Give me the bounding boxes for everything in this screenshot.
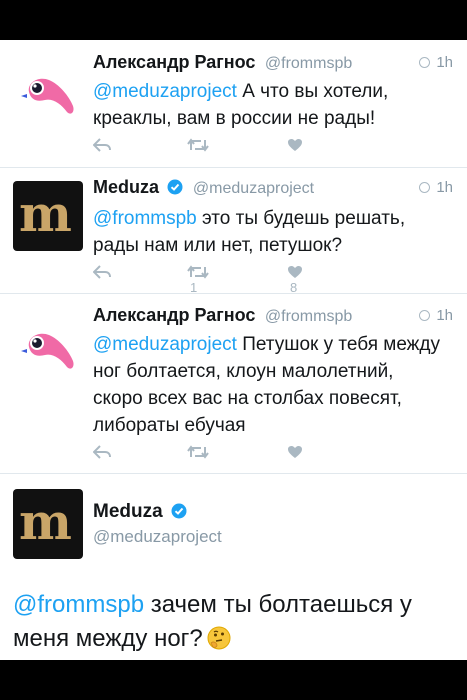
tweet-text: @meduzaproject А что вы хотели, креаклы,… <box>93 78 447 132</box>
pink-bird-avatar-image <box>21 78 74 114</box>
tweet-text: @frommspb это ты будешь решать, рады нам… <box>93 205 447 259</box>
mention-link[interactable]: @frommspb <box>93 208 197 229</box>
clock-icon <box>419 57 431 68</box>
clock-icon <box>419 182 431 193</box>
clock-icon <box>419 310 431 321</box>
tweet-time: 1h <box>419 179 453 196</box>
retweet-icon <box>187 137 209 152</box>
avatar-pink-bird[interactable] <box>13 315 83 385</box>
reply-button[interactable] <box>93 263 111 283</box>
time-label: 1h <box>436 179 453 196</box>
tweet-item[interactable]: Александр Рагнос @frommspb 1h @meduzapro… <box>0 40 467 168</box>
reply-icon <box>93 137 111 152</box>
retweet-button[interactable] <box>187 443 212 463</box>
tweet-item[interactable]: m Meduza @meduzaproject 1h @frommspb это… <box>0 167 467 295</box>
thinking-face-emoji <box>207 626 231 650</box>
like-button[interactable]: 8 <box>287 263 303 295</box>
open-tweet-author: Meduza @meduzaproject <box>93 501 222 547</box>
verified-icon <box>171 503 187 519</box>
tweet-screen: Александр Рагнос @frommspb 1h @meduzapro… <box>0 40 467 660</box>
pink-bird-avatar-image <box>21 333 74 369</box>
reply-button[interactable] <box>93 443 111 463</box>
mention-link[interactable]: @meduzaproject <box>93 81 237 102</box>
mention-link[interactable]: @frommspb <box>13 591 144 618</box>
tweet-time: 1h <box>419 54 453 71</box>
retweet-button[interactable] <box>187 136 212 156</box>
reply-icon <box>93 444 111 459</box>
tweet-item[interactable]: Александр Рагнос @frommspb 1h @meduzapro… <box>0 293 467 474</box>
author-name[interactable]: Meduza <box>93 177 159 197</box>
reply-button[interactable] <box>93 136 111 156</box>
author-name[interactable]: Александр Рагнос <box>93 52 255 72</box>
verified-icon <box>167 179 183 195</box>
like-icon <box>288 138 302 151</box>
retweet-button[interactable]: 1 <box>187 263 209 295</box>
author-handle[interactable]: @meduzaproject <box>193 180 314 197</box>
tweet-header: Meduza @meduzaproject 1h <box>93 177 453 201</box>
like-button[interactable] <box>287 443 306 463</box>
author-name[interactable]: Meduza <box>93 501 163 522</box>
open-tweet: m Meduza @meduzaproject @frommspb зачем … <box>0 473 467 660</box>
like-icon <box>288 265 302 278</box>
meduza-logo: m <box>19 184 72 243</box>
time-label: 1h <box>436 54 453 71</box>
tweet-text: @meduzaproject Петушок у тебя между ног … <box>93 331 447 439</box>
time-label: 1h <box>436 307 453 324</box>
retweet-icon <box>187 264 209 279</box>
open-tweet-text: @frommspb зачем ты болтаешься у меня меж… <box>13 588 447 656</box>
like-icon <box>288 445 302 458</box>
author-handle[interactable]: @meduzaproject <box>93 527 222 547</box>
mention-link[interactable]: @meduzaproject <box>93 334 237 355</box>
tweet-header: Александр Рагнос @frommspb 1h <box>93 52 453 76</box>
avatar-meduza[interactable]: m <box>13 181 83 251</box>
retweet-icon <box>187 444 209 459</box>
like-button[interactable] <box>287 136 306 156</box>
avatar-meduza[interactable]: m <box>13 489 83 559</box>
avatar-pink-bird[interactable] <box>13 60 83 130</box>
tweet-time: 1h <box>419 307 453 324</box>
author-handle[interactable]: @frommspb <box>265 308 352 325</box>
reply-icon <box>93 264 111 279</box>
tweet-header: Александр Рагнос @frommspb 1h <box>93 305 453 329</box>
author-name[interactable]: Александр Рагнос <box>93 305 255 325</box>
meduza-logo: m <box>19 492 72 551</box>
author-handle[interactable]: @frommspb <box>265 55 352 72</box>
